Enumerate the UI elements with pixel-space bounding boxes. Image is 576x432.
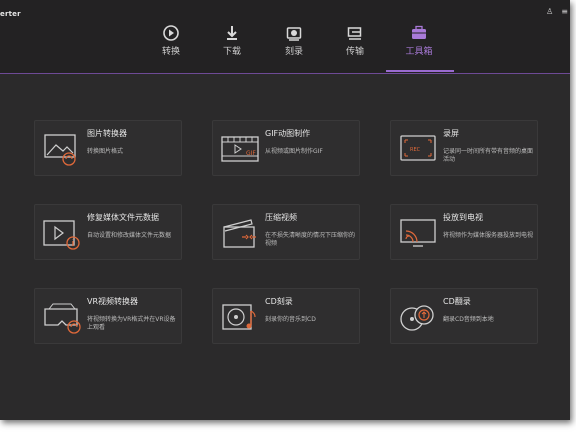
- tool-title: 图片转换器: [87, 129, 127, 138]
- cd-burn-icon: [222, 304, 256, 330]
- vr-convert-icon: [44, 303, 81, 334]
- compress-icon: [223, 219, 256, 248]
- tool-card-image-converter[interactable]: 图片转换器 转换图片格式: [34, 120, 182, 176]
- tool-card-cd-burner[interactable]: CD刻录 刻录你的音乐到CD: [212, 288, 360, 344]
- tool-desc: 从视频或图片制作GIF: [265, 148, 323, 155]
- account-icon[interactable]: ♙: [546, 8, 553, 16]
- svg-text:REC: REC: [410, 147, 421, 153]
- tab-transfer[interactable]: 传输: [330, 24, 380, 57]
- download-icon: [227, 26, 237, 40]
- active-tab-indicator: [386, 70, 454, 72]
- tab-convert-label: 转换: [161, 47, 180, 57]
- svg-text:GIF: GIF: [246, 150, 256, 157]
- tab-download[interactable]: 下载: [207, 24, 257, 57]
- tool-title: VR视频转换器: [87, 297, 139, 306]
- tool-title: CD翻录: [443, 297, 471, 306]
- burn-icon: [286, 27, 302, 41]
- gif-maker-icon: GIF: [221, 136, 259, 162]
- tool-desc: 刻录你的音乐到CD: [265, 316, 316, 323]
- window-controls: ♙ ≡: [546, 8, 568, 16]
- tool-title: 录屏: [443, 129, 459, 138]
- metadata-icon: [43, 220, 80, 250]
- tool-desc: 在不损失清晰度的情况下压缩你的视频: [265, 232, 356, 247]
- tool-card-cast-to-tv[interactable]: 投放到电视 将视频作为媒体服务器投放到电视: [390, 204, 538, 260]
- tool-desc: 转换图片格式: [87, 148, 124, 155]
- tab-burn-label: 刻录: [284, 47, 303, 57]
- tab-download-label: 下载: [222, 47, 241, 57]
- tool-card-fix-metadata[interactable]: 修复媒体文件元数据 自动设置和修改媒体文件元数据: [34, 204, 182, 260]
- tool-card-cd-ripper[interactable]: CD翻录 翻录CD音频到本地: [390, 288, 538, 344]
- tool-card-vr-converter[interactable]: VR视频转换器 将视频转换为VR格式并在VR设备上观看: [34, 288, 182, 344]
- menu-icon[interactable]: ≡: [561, 8, 568, 16]
- tab-transfer-label: 传输: [345, 47, 364, 57]
- tab-convert[interactable]: 转换: [146, 24, 196, 57]
- app-title: erter: [0, 10, 21, 18]
- tool-title: GIF动图制作: [265, 129, 311, 138]
- tool-title: 投放到电视: [443, 213, 483, 222]
- header-divider: [0, 73, 570, 74]
- tab-toolbox-label: 工具箱: [405, 47, 433, 57]
- toolbox-icon: [412, 25, 426, 39]
- tool-card-screen-recorder[interactable]: REC 录屏 记录同一时间所有带有音频的桌面活动: [390, 120, 538, 176]
- tool-desc: 记录同一时间所有带有音频的桌面活动: [443, 148, 534, 163]
- main-nav: 转换 下载 刻录 传输 工具箱: [0, 24, 570, 72]
- app-window: erter ♙ ≡ 转换 下载 刻录 传输 工具箱 图片转换器 转换图片格式 G…: [0, 0, 570, 420]
- tool-desc: 将视频转换为VR格式并在VR设备上观看: [87, 316, 176, 331]
- tool-title: 压缩视频: [265, 213, 297, 222]
- tab-burn[interactable]: 刻录: [269, 24, 319, 57]
- tool-desc: 将视频作为媒体服务器投放到电视: [443, 232, 534, 239]
- screen-record-icon: REC: [400, 135, 436, 161]
- tool-card-gif-maker[interactable]: GIF GIF动图制作 从视频或图片制作GIF: [212, 120, 360, 176]
- tool-desc: 自动设置和修改媒体文件元数据: [87, 232, 172, 239]
- cast-tv-icon: [400, 219, 436, 247]
- top-bar: erter ♙ ≡ 转换 下载 刻录 传输 工具箱: [0, 0, 570, 74]
- convert-icon: [163, 25, 179, 41]
- image-convert-icon: [44, 134, 76, 166]
- tool-desc: 翻录CD音频到本地: [443, 316, 494, 323]
- tool-title: 修复媒体文件元数据: [87, 213, 159, 222]
- tab-toolbox[interactable]: 工具箱: [394, 24, 444, 57]
- transfer-icon: [347, 27, 362, 40]
- tool-title: CD刻录: [265, 297, 293, 306]
- tool-card-compress-video[interactable]: 压缩视频 在不损失清晰度的情况下压缩你的视频: [212, 204, 360, 260]
- cd-rip-icon: [400, 305, 434, 331]
